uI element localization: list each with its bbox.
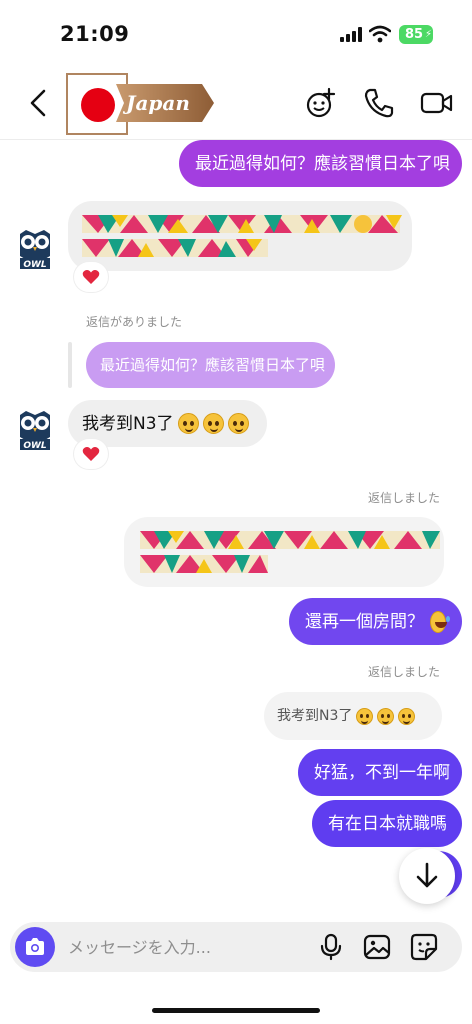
laughing-tears-icon xyxy=(430,610,450,633)
message-bubble-sent[interactable]: 好猛，不到一年啊 xyxy=(298,749,462,796)
reply-quote-text: 我考到N3了 xyxy=(277,708,353,724)
message-input[interactable] xyxy=(68,936,298,958)
message-bubble-sent[interactable]: 還再一個房間？ xyxy=(289,598,462,645)
home-indicator xyxy=(152,1008,320,1013)
redacted-pattern xyxy=(82,215,402,257)
pleading-face-icon xyxy=(227,413,249,434)
phone-icon[interactable] xyxy=(362,86,396,120)
sticker-add-icon[interactable] xyxy=(305,86,339,120)
heart-icon xyxy=(82,270,100,284)
status-time: 21:09 xyxy=(60,22,130,46)
reply-quote-redacted[interactable] xyxy=(124,517,444,587)
message-bubble-received-redacted[interactable] xyxy=(68,201,412,271)
reaction-badge[interactable] xyxy=(74,439,108,469)
gallery-icon[interactable] xyxy=(363,933,391,961)
pleading-face-icon xyxy=(398,707,416,725)
charging-bolt-icon: ⚡ xyxy=(425,29,433,40)
camera-button[interactable] xyxy=(15,927,55,967)
message-bubble-sent[interactable]: 最近過得如何？應該習慣日本了唄 xyxy=(179,140,462,187)
chat-header: Japan xyxy=(0,66,472,140)
message-text: 最近過得如何？應該習慣日本了唄 xyxy=(195,153,450,174)
scroll-to-bottom-button[interactable] xyxy=(399,848,455,904)
wifi-icon xyxy=(369,25,391,43)
pleading-face-icon xyxy=(202,413,224,434)
sticker-icon[interactable] xyxy=(410,933,438,961)
reply-quote-bubble[interactable]: 我考到N3了 xyxy=(264,692,442,740)
reply-label: 返信がありました xyxy=(86,315,183,329)
contact-name-plate[interactable]: Japan xyxy=(116,84,214,122)
redacted-pattern xyxy=(140,531,440,573)
microphone-icon[interactable] xyxy=(317,933,345,961)
signal-icon xyxy=(340,27,362,42)
pleading-face-icon xyxy=(356,707,374,725)
status-bar: 21:09 85 ⚡ xyxy=(0,0,472,66)
owl-avatar[interactable]: OWL xyxy=(16,226,54,272)
arrow-down-icon xyxy=(416,862,438,888)
owl-avatar[interactable]: OWL xyxy=(16,407,54,453)
japan-flag-circle xyxy=(81,88,115,122)
reply-label: 返信しました xyxy=(368,491,441,505)
back-arrow-icon[interactable] xyxy=(25,88,51,118)
svg-text:OWL: OWL xyxy=(23,260,47,270)
video-call-icon[interactable] xyxy=(420,86,454,120)
message-composer xyxy=(10,922,462,972)
reply-quote-text: 最近過得如何？應該習慣日本了唄 xyxy=(100,356,326,374)
battery-level: 85 xyxy=(404,27,424,42)
reaction-badge[interactable] xyxy=(74,262,108,292)
svg-text:OWL: OWL xyxy=(23,441,47,451)
reply-quote-bubble[interactable]: 最近過得如何？應該習慣日本了唄 xyxy=(86,342,335,388)
camera-icon xyxy=(26,938,44,955)
pleading-face-icon xyxy=(177,413,199,434)
message-text: 還再一個房間？ xyxy=(305,611,424,632)
message-text: 我考到N3了 xyxy=(82,413,174,434)
message-text: 有在日本就職嗎 xyxy=(328,813,447,834)
reply-label: 返信しました xyxy=(368,665,441,679)
heart-icon xyxy=(82,447,100,461)
battery-indicator: 85 ⚡ xyxy=(399,25,433,44)
message-text: 好猛，不到一年啊 xyxy=(314,762,450,783)
reply-indicator-bar xyxy=(68,342,72,388)
contact-name: Japan xyxy=(126,91,190,115)
pleading-face-icon xyxy=(377,707,395,725)
message-bubble-sent[interactable]: 有在日本就職嗎 xyxy=(312,800,462,847)
